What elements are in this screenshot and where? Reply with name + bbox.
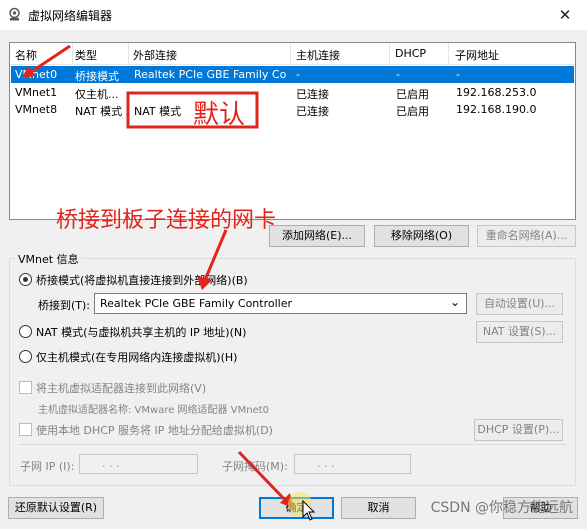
col-name[interactable]: 名称 — [15, 47, 37, 63]
cell-external: Realtek PCIe GBE Family Co... — [134, 68, 286, 81]
cancel-button[interactable]: 取消 — [341, 497, 416, 519]
bridged-label[interactable]: 桥接模式(将虚拟机直接连接到外部网络)(B) — [36, 272, 248, 288]
watermark: CSDN @你稳方能远航 — [430, 500, 573, 516]
cell-type: 桥接模式 — [75, 70, 119, 83]
subnet-ip-input[interactable]: . . . — [79, 454, 198, 474]
col-external[interactable]: 外部连接 — [133, 47, 177, 63]
use-dhcp-checkbox[interactable] — [19, 423, 32, 436]
cell-subnet: 192.168.190.0 — [456, 103, 537, 116]
close-icon[interactable]: ✕ — [543, 0, 587, 30]
connect-adapter-checkbox[interactable] — [19, 381, 32, 394]
col-dhcp[interactable]: DHCP — [395, 47, 426, 60]
cell-subnet: - — [456, 68, 460, 81]
chevron-down-icon: ⌄ — [449, 295, 460, 309]
bridge-annotation: 桥接到板子连接的网卡 — [56, 208, 277, 233]
bridged-to-value: Realtek PCIe GBE Family Controller — [100, 297, 293, 310]
cell-host: 已连接 — [296, 105, 329, 118]
col-host[interactable]: 主机连接 — [296, 47, 340, 63]
cell-name: VMnet0 — [15, 68, 58, 81]
mouse-cursor-icon — [302, 500, 316, 521]
default-annotation: 默认 — [193, 100, 246, 130]
network-table[interactable]: 名称 类型 外部连接 主机连接 DHCP 子网地址 VMnet0 桥接模式 Re… — [9, 42, 576, 220]
hostonly-label[interactable]: 仅主机模式(在专用网络内连接虚拟机)(H) — [36, 349, 237, 365]
vmnet-info-title: VMnet 信息 — [15, 251, 82, 267]
table-row[interactable]: VMnet1 仅主机... 已连接 已启用 192.168.253.0 — [11, 84, 574, 101]
table-header: 名称 类型 外部连接 主机连接 DHCP 子网地址 — [10, 43, 575, 65]
col-type[interactable]: 类型 — [75, 47, 97, 63]
cell-subnet: 192.168.253.0 — [456, 86, 537, 99]
cell-dhcp: 已启用 — [396, 105, 429, 118]
subnet-mask-input[interactable]: . . . — [294, 454, 411, 474]
subnet-mask-label: 子网掩码(M): — [222, 460, 288, 473]
nat-label[interactable]: NAT 模式(与虚拟机共享主机的 IP 地址)(N) — [36, 324, 246, 340]
title-bar: 虚拟网络编辑器 ✕ — [0, 0, 587, 30]
remove-network-button[interactable]: 移除网络(O) — [374, 225, 469, 247]
table-row[interactable]: VMnet8 NAT 模式 NAT 模式 已连接 已启用 192.168.190… — [11, 101, 574, 118]
bridged-to-label: 桥接到(T): — [38, 299, 91, 312]
adapter-name-label: 主机虚拟适配器名称: VMware 网络适配器 VMnet0 — [38, 405, 269, 416]
cell-dhcp: 已启用 — [396, 88, 429, 101]
bridged-radio[interactable] — [19, 273, 32, 286]
cell-type: NAT 模式 — [75, 105, 123, 118]
network-editor-icon — [9, 7, 20, 21]
cell-host: 已连接 — [296, 88, 329, 101]
bridged-to-select[interactable]: Realtek PCIe GBE Family Controller ⌄ — [94, 293, 467, 314]
col-subnet[interactable]: 子网地址 — [455, 47, 499, 63]
cell-host: - — [296, 68, 300, 81]
nat-settings-button[interactable]: NAT 设置(S)... — [476, 321, 563, 343]
cell-external: NAT 模式 — [134, 105, 182, 118]
cell-type: 仅主机... — [75, 88, 119, 101]
subnet-ip-label: 子网 IP (I): — [20, 460, 75, 473]
auto-settings-button[interactable]: 自动设置(U)... — [476, 293, 563, 315]
ip-dots: . . . — [317, 457, 335, 470]
add-network-button[interactable]: 添加网络(E)... — [269, 225, 365, 247]
nat-radio[interactable] — [19, 325, 32, 338]
ok-button[interactable]: 确定 — [259, 497, 334, 519]
dhcp-settings-button[interactable]: DHCP 设置(P)... — [474, 419, 563, 441]
window-title: 虚拟网络编辑器 — [28, 9, 113, 23]
table-row[interactable]: VMnet0 桥接模式 Realtek PCIe GBE Family Co..… — [11, 66, 574, 83]
cell-name: VMnet8 — [15, 103, 58, 116]
cell-dhcp: - — [396, 68, 400, 81]
divider — [19, 444, 567, 445]
connect-adapter-label[interactable]: 将主机虚拟适配器连接到此网络(V) — [36, 380, 206, 396]
use-dhcp-label[interactable]: 使用本地 DHCP 服务将 IP 地址分配给虚拟机(D) — [36, 422, 273, 438]
hostonly-radio[interactable] — [19, 350, 32, 363]
restore-defaults-button[interactable]: 还原默认设置(R) — [8, 497, 104, 519]
cell-name: VMnet1 — [15, 86, 58, 99]
ip-dots: . . . — [102, 457, 120, 470]
rename-network-button[interactable]: 重命名网络(A)... — [477, 225, 576, 247]
